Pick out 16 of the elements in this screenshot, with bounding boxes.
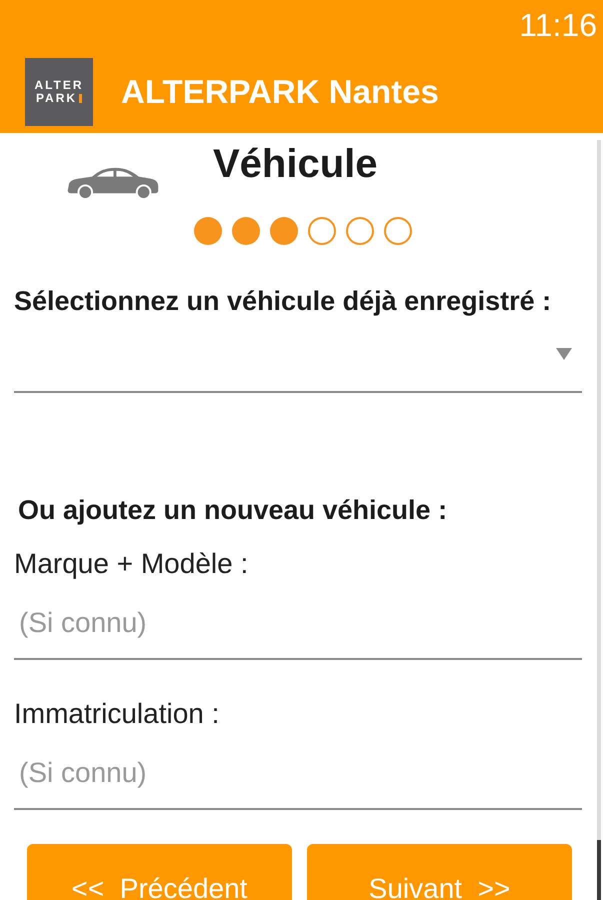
caret-icon (556, 348, 572, 360)
input-field[interactable]: (Si connu) (14, 580, 582, 660)
field-label: Immatriculation : (13, 698, 220, 730)
page-title: Véhicule (213, 141, 378, 188)
next-button[interactable]: Suivant >> (307, 844, 572, 900)
section-label: Sélectionnez un véhicule déjà enregistré : (13, 285, 552, 317)
app-title: ALTERPARK Nantes (121, 75, 439, 108)
scrollbar[interactable] (597, 140, 601, 900)
section-heading: Ou ajoutez un nouveau véhicule : (17, 494, 448, 526)
previous-button[interactable]: << Précédent (27, 844, 292, 900)
logo-text: PARK (36, 92, 78, 104)
car-icon (65, 165, 160, 200)
status-time: 11:16 (519, 9, 597, 41)
field-label: Marque + Modèle : (13, 548, 250, 580)
logo-text: ALTER (34, 79, 84, 91)
input-field[interactable]: (Si connu) (14, 730, 582, 810)
